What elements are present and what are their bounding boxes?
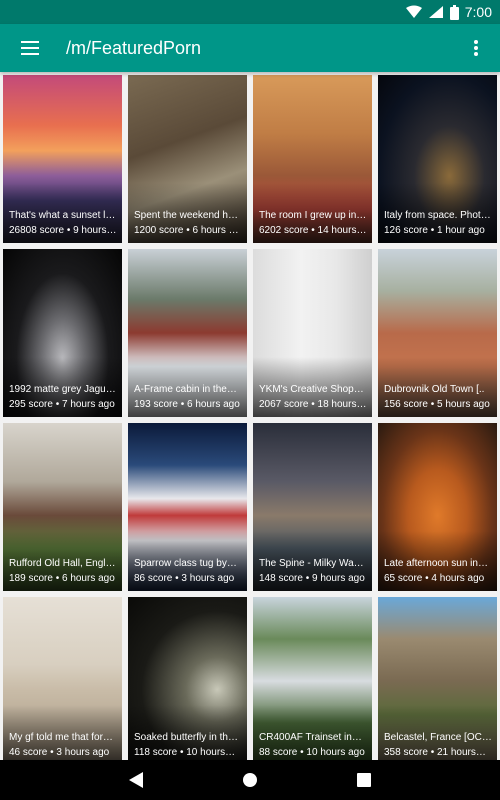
recents-button[interactable] bbox=[346, 762, 382, 798]
menu-button[interactable] bbox=[12, 30, 48, 66]
post-title: Italy from space. Phot… bbox=[384, 210, 491, 221]
post-meta: 189 score • 6 hours ago bbox=[9, 573, 115, 584]
post-title: Late afternoon sun in… bbox=[384, 558, 488, 569]
post-title: A-Frame cabin in the… bbox=[134, 384, 237, 395]
post-meta: 86 score • 3 hours ago bbox=[134, 573, 235, 584]
post-meta: 26808 score • 9 hours… bbox=[9, 225, 117, 236]
post-title: Belcastel, France [OC]… bbox=[384, 732, 493, 743]
post-title: Spent the weekend he… bbox=[134, 210, 243, 221]
post-tile[interactable]: A-Frame cabin in the… 193 score • 6 hour… bbox=[128, 249, 247, 417]
status-bar: 7:00 bbox=[0, 0, 500, 24]
post-grid: That's what a sunset l… 26808 score • 9 … bbox=[3, 75, 497, 765]
post-title: Rufford Old Hall, Engl… bbox=[9, 558, 116, 569]
post-title: The Spine - Milky Way… bbox=[259, 558, 368, 569]
post-tile[interactable]: That's what a sunset l… 26808 score • 9 … bbox=[3, 75, 122, 243]
post-tile[interactable]: 1992 matte grey Jagu… 295 score • 7 hour… bbox=[3, 249, 122, 417]
post-title: That's what a sunset l… bbox=[9, 210, 116, 221]
post-title: YKM's Creative Shopp… bbox=[259, 384, 368, 395]
post-meta: 156 score • 5 hours ago bbox=[384, 399, 490, 410]
post-tile[interactable]: YKM's Creative Shopp… 2067 score • 18 ho… bbox=[253, 249, 372, 417]
wifi-icon bbox=[405, 5, 422, 18]
lte-signal-icon bbox=[428, 6, 443, 18]
post-tile[interactable]: Belcastel, France [OC]… 358 score • 21 h… bbox=[378, 597, 497, 765]
post-title: Dubrovnik Old Town [.. bbox=[384, 384, 485, 395]
post-title: The room I grew up in… bbox=[259, 210, 367, 221]
post-meta: 193 score • 6 hours ago bbox=[134, 399, 240, 410]
post-tile[interactable]: Rufford Old Hall, Engl… 189 score • 6 ho… bbox=[3, 423, 122, 591]
post-tile[interactable]: Late afternoon sun in… 65 score • 4 hour… bbox=[378, 423, 497, 591]
home-button[interactable] bbox=[232, 762, 268, 798]
post-tile[interactable]: My gf told me that for… 46 score • 3 hou… bbox=[3, 597, 122, 765]
post-title: My gf told me that for… bbox=[9, 732, 113, 743]
status-time: 7:00 bbox=[464, 4, 492, 20]
post-tile[interactable]: Sparrow class tug by… 86 score • 3 hours… bbox=[128, 423, 247, 591]
system-nav-bar bbox=[0, 760, 500, 800]
back-button[interactable] bbox=[118, 762, 154, 798]
hamburger-menu-icon bbox=[21, 41, 39, 55]
post-tile[interactable]: Italy from space. Phot… 126 score • 1 ho… bbox=[378, 75, 497, 243]
post-meta: 6202 score • 14 hours… bbox=[259, 225, 367, 236]
recents-square-icon bbox=[357, 773, 371, 787]
page-title: /m/FeaturedPorn bbox=[66, 38, 202, 58]
post-tile[interactable]: Dubrovnik Old Town [.. 156 score • 5 hou… bbox=[378, 249, 497, 417]
post-meta: 65 score • 4 hours ago bbox=[384, 573, 485, 584]
app-bar: /m/FeaturedPorn bbox=[0, 24, 500, 72]
post-tile[interactable]: The room I grew up in… 6202 score • 14 h… bbox=[253, 75, 372, 243]
post-meta: 148 score • 9 hours ago bbox=[259, 573, 365, 584]
post-meta: 2067 score • 18 hours… bbox=[259, 399, 367, 410]
battery-icon bbox=[449, 4, 459, 20]
post-tile[interactable]: Soaked butterfly in th… 118 score • 10 h… bbox=[128, 597, 247, 765]
home-circle-icon bbox=[243, 773, 257, 787]
status-icons: 7:00 bbox=[405, 0, 492, 24]
post-tile[interactable]: Spent the weekend he… 1200 score • 6 hou… bbox=[128, 75, 247, 243]
more-vert-icon bbox=[474, 40, 478, 56]
post-title: CR400AF Trainset in… bbox=[259, 732, 362, 743]
post-meta: 46 score • 3 hours ago bbox=[9, 747, 110, 758]
post-tile[interactable]: CR400AF Trainset in… 88 score • 10 hours… bbox=[253, 597, 372, 765]
post-title: Soaked butterfly in th… bbox=[134, 732, 238, 743]
post-meta: 88 score • 10 hours ago bbox=[259, 747, 365, 758]
post-tile[interactable]: The Spine - Milky Way… 148 score • 9 hou… bbox=[253, 423, 372, 591]
post-title: Sparrow class tug by… bbox=[134, 558, 237, 569]
post-meta: 126 score • 1 hour ago bbox=[384, 225, 485, 236]
overflow-menu-button[interactable] bbox=[462, 30, 490, 66]
back-triangle-icon bbox=[129, 772, 143, 788]
post-meta: 1200 score • 6 hours a… bbox=[134, 225, 243, 236]
post-meta: 118 score • 10 hours… bbox=[134, 747, 236, 758]
post-title: 1992 matte grey Jagu… bbox=[9, 384, 116, 395]
post-meta: 358 score • 21 hours… bbox=[384, 747, 486, 758]
post-meta: 295 score • 7 hours ago bbox=[9, 399, 115, 410]
